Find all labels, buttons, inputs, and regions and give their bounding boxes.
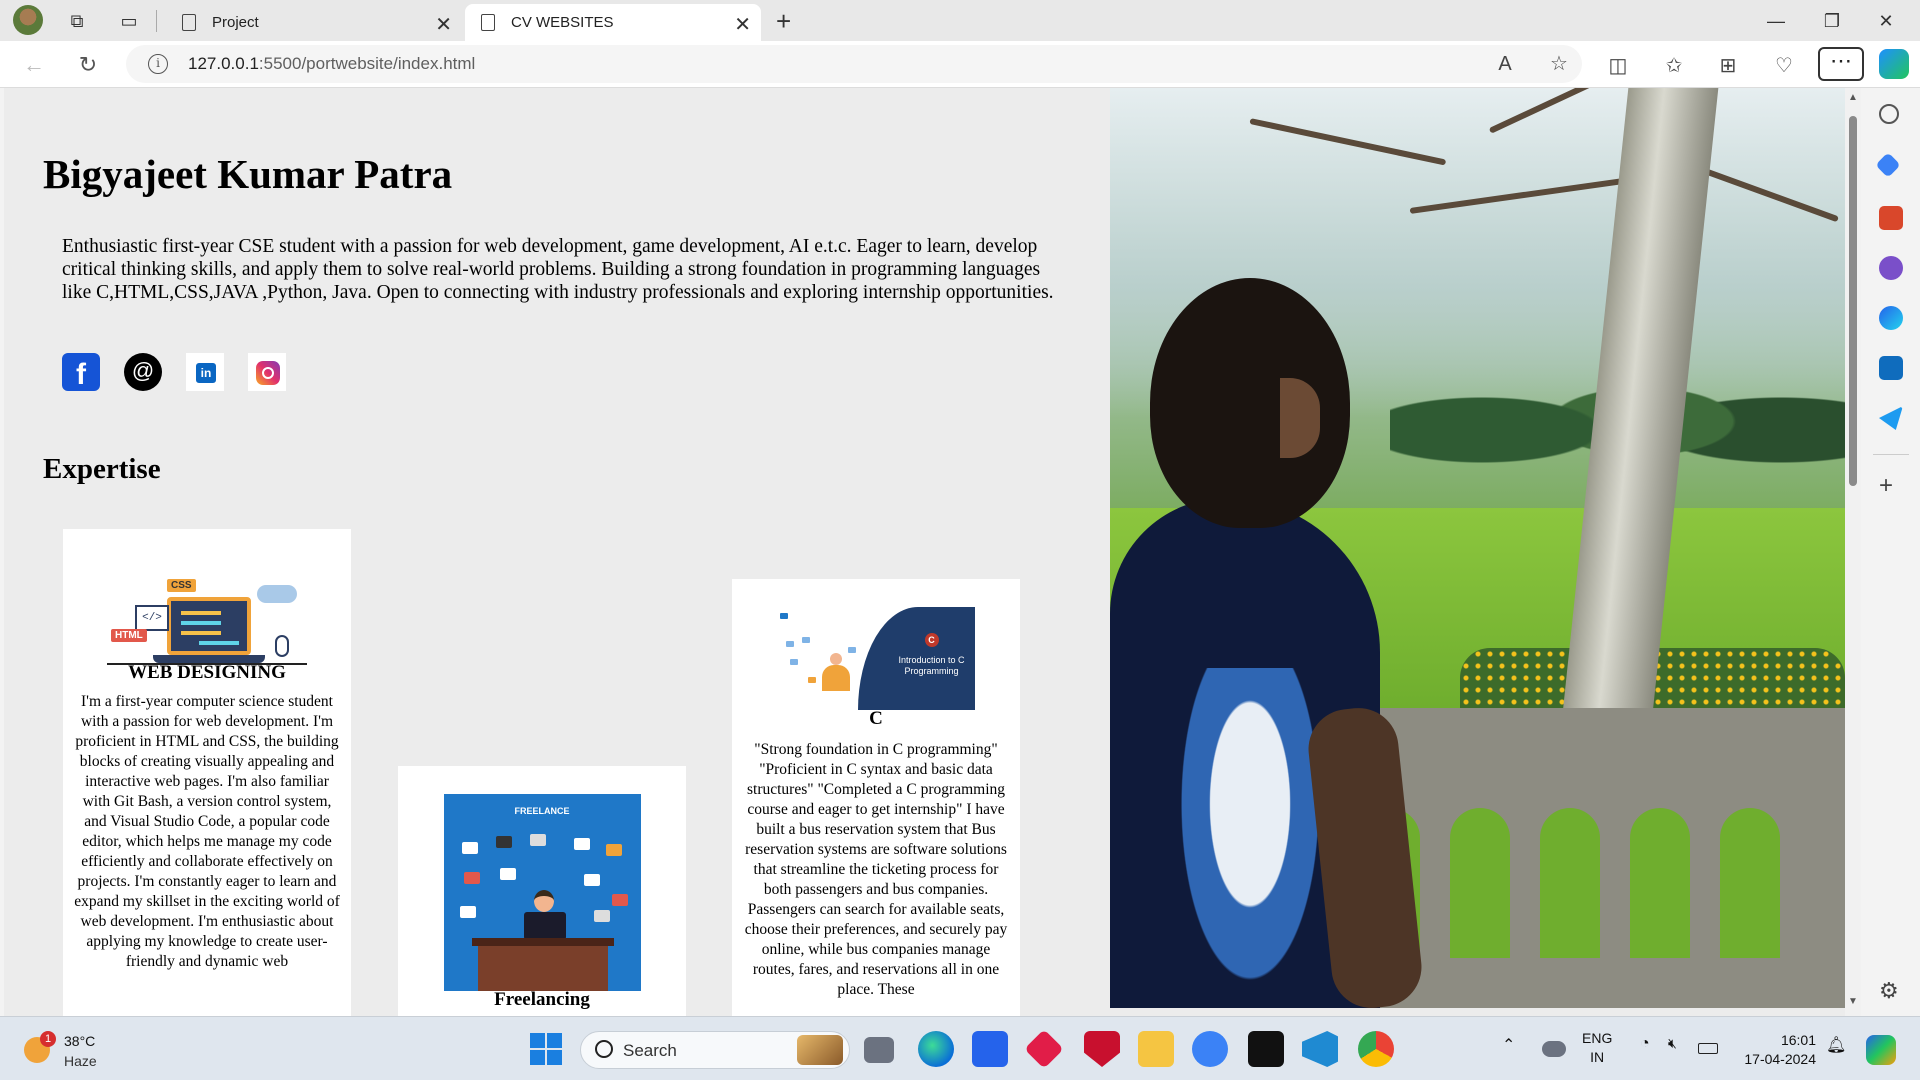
address-bar[interactable]: i 127.0.0.1:5500/portwebsite/index.html … — [126, 45, 1582, 83]
page-title: Bigyajeet Kumar Patra — [43, 151, 453, 197]
expertise-card-web-designing: </> HTML CSS WEB DESIGNING I'm a first-y… — [63, 529, 351, 1016]
expertise-card-c: C Introduction to C Programming C "Stron… — [732, 579, 1020, 1016]
system-clock[interactable]: 16:01 17-04-2024 — [1736, 1031, 1816, 1069]
page-viewport: Bigyajeet Kumar Patra Enthusiastic first… — [4, 88, 1845, 1016]
copilot-sidebar-icon[interactable] — [1879, 306, 1903, 330]
store-icon[interactable] — [972, 1031, 1008, 1067]
back-button[interactable]: ← — [18, 49, 50, 81]
page-content: Bigyajeet Kumar Patra Enthusiastic first… — [4, 88, 1110, 1016]
mcafee-shield-icon[interactable] — [1084, 1031, 1120, 1067]
close-window-button[interactable]: ✕ — [1866, 6, 1906, 36]
tab-title: Project — [212, 14, 259, 31]
tab-project[interactable]: Project ✕ — [166, 4, 462, 41]
chrome-icon[interactable] — [1358, 1031, 1394, 1067]
title-bar: ⧉ ▭ Project ✕ CV WEBSITES ✕ + — ❐ ✕ — [0, 0, 1920, 41]
netflix-icon[interactable] — [1248, 1031, 1284, 1067]
weather-condition: Haze — [64, 1053, 97, 1069]
browser-essentials-icon[interactable]: ♡ — [1771, 53, 1797, 78]
scroll-down-arrow[interactable]: ▼ — [1848, 996, 1858, 1007]
profile-avatar[interactable] — [13, 5, 43, 35]
url-text[interactable]: 127.0.0.1:5500/portwebsite/index.html — [188, 54, 475, 74]
tab-actions-icon[interactable]: ▭ — [114, 6, 144, 36]
page-icon — [182, 14, 196, 31]
shopping-tag-icon[interactable] — [1875, 152, 1901, 178]
tab-cv-websites[interactable]: CV WEBSITES ✕ — [465, 4, 761, 41]
divider — [156, 10, 157, 32]
games-icon[interactable] — [1879, 256, 1903, 280]
card-title: C — [869, 708, 883, 729]
show-hidden-icons[interactable]: ⌃ — [1502, 1035, 1515, 1055]
search-icon[interactable] — [1879, 104, 1899, 124]
weather-temp: 38°C — [64, 1033, 96, 1049]
search-label: Search — [623, 1041, 677, 1060]
c-programming-illustration: C Introduction to C Programming — [777, 607, 975, 710]
edge-icon[interactable] — [918, 1031, 954, 1067]
app-red-diamond-icon[interactable] — [1024, 1029, 1064, 1069]
favorites-icon[interactable]: ✩ — [1661, 53, 1687, 78]
taskbar: 1 38°C Haze Search ⌃ ENG IN ◔ 🔇︎ 16:01 1… — [0, 1016, 1920, 1080]
app-a-icon[interactable] — [1192, 1031, 1228, 1067]
collections-icon[interactable]: ⊞ — [1715, 53, 1741, 78]
linkedin-icon[interactable]: in — [186, 353, 224, 391]
divider — [1873, 454, 1909, 455]
scroll-up-arrow[interactable]: ▲ — [1848, 92, 1858, 103]
card-body: I'm a first-year computer science studen… — [74, 693, 340, 970]
favorite-star-icon[interactable]: ☆ — [1546, 51, 1572, 76]
tab-title: CV WEBSITES — [511, 14, 614, 31]
file-explorer-icon[interactable] — [1138, 1031, 1174, 1067]
card-title: Freelancing — [494, 989, 590, 1010]
close-icon[interactable]: ✕ — [435, 12, 452, 37]
about-paragraph: Enthusiastic first-year CSE student with… — [62, 236, 1054, 303]
notifications-bell-icon[interactable]: 🔔︎ — [1826, 1035, 1846, 1055]
tools-briefcase-icon[interactable] — [1879, 206, 1903, 230]
sidebar-settings-icon[interactable]: ⚙ — [1879, 978, 1899, 1004]
search-icon — [595, 1040, 613, 1058]
onedrive-icon[interactable] — [1542, 1041, 1566, 1057]
copilot-icon[interactable] — [1879, 49, 1909, 79]
restore-button[interactable]: ❐ — [1812, 6, 1852, 36]
read-aloud-icon[interactable]: A — [1492, 53, 1518, 76]
facebook-icon[interactable]: f — [62, 353, 100, 391]
page-icon — [481, 14, 495, 31]
workspaces-icon[interactable]: ⧉ — [62, 6, 92, 36]
web-design-illustration: </> HTML CSS — [107, 557, 307, 675]
vscode-icon[interactable] — [1302, 1031, 1338, 1067]
refresh-button[interactable]: ↻ — [72, 49, 104, 81]
navigation-bar: ← ↻ i 127.0.0.1:5500/portwebsite/index.h… — [0, 41, 1920, 88]
weather-widget[interactable]: 1 38°C Haze — [20, 1031, 130, 1071]
task-view-icon[interactable] — [864, 1037, 894, 1063]
settings-more-button[interactable]: ⋯ — [1818, 47, 1864, 81]
add-icon[interactable]: + — [1879, 472, 1893, 500]
expertise-card-freelancing: FREELANCE Freelancing — [398, 766, 686, 1016]
page-scrollbar[interactable]: ▲ ▼ — [1845, 88, 1861, 1016]
volume-icon[interactable]: 🔇︎ — [1668, 1035, 1677, 1052]
profile-photo — [1110, 88, 1845, 1008]
site-info-icon[interactable]: i — [148, 54, 168, 74]
notification-badge: 1 — [40, 1031, 56, 1047]
minimize-button[interactable]: — — [1756, 6, 1796, 36]
start-button[interactable] — [528, 1031, 564, 1067]
threads-icon[interactable]: @ — [124, 353, 162, 391]
expertise-heading: Expertise — [43, 453, 161, 485]
new-tab-button[interactable]: + — [776, 6, 791, 37]
freelance-illustration: FREELANCE — [443, 794, 641, 991]
copilot-taskbar-icon[interactable] — [1866, 1035, 1896, 1065]
language-indicator[interactable]: ENG IN — [1582, 1029, 1612, 1067]
scrollbar-thumb[interactable] — [1849, 116, 1857, 486]
send-icon[interactable] — [1879, 406, 1903, 430]
taskbar-search[interactable]: Search — [580, 1031, 850, 1069]
close-icon[interactable]: ✕ — [734, 12, 751, 37]
card-body: "Strong foundation in C programming" "Pr… — [744, 741, 1008, 998]
outlook-icon[interactable] — [1879, 356, 1903, 380]
search-highlight-icon — [797, 1035, 843, 1065]
split-screen-icon[interactable]: ◫ — [1605, 53, 1631, 78]
instagram-icon[interactable] — [248, 353, 286, 391]
battery-icon[interactable] — [1698, 1043, 1718, 1054]
browser-sidebar: + ⚙ — [1861, 88, 1920, 1016]
wifi-icon[interactable]: ◔ — [1640, 1035, 1650, 1053]
